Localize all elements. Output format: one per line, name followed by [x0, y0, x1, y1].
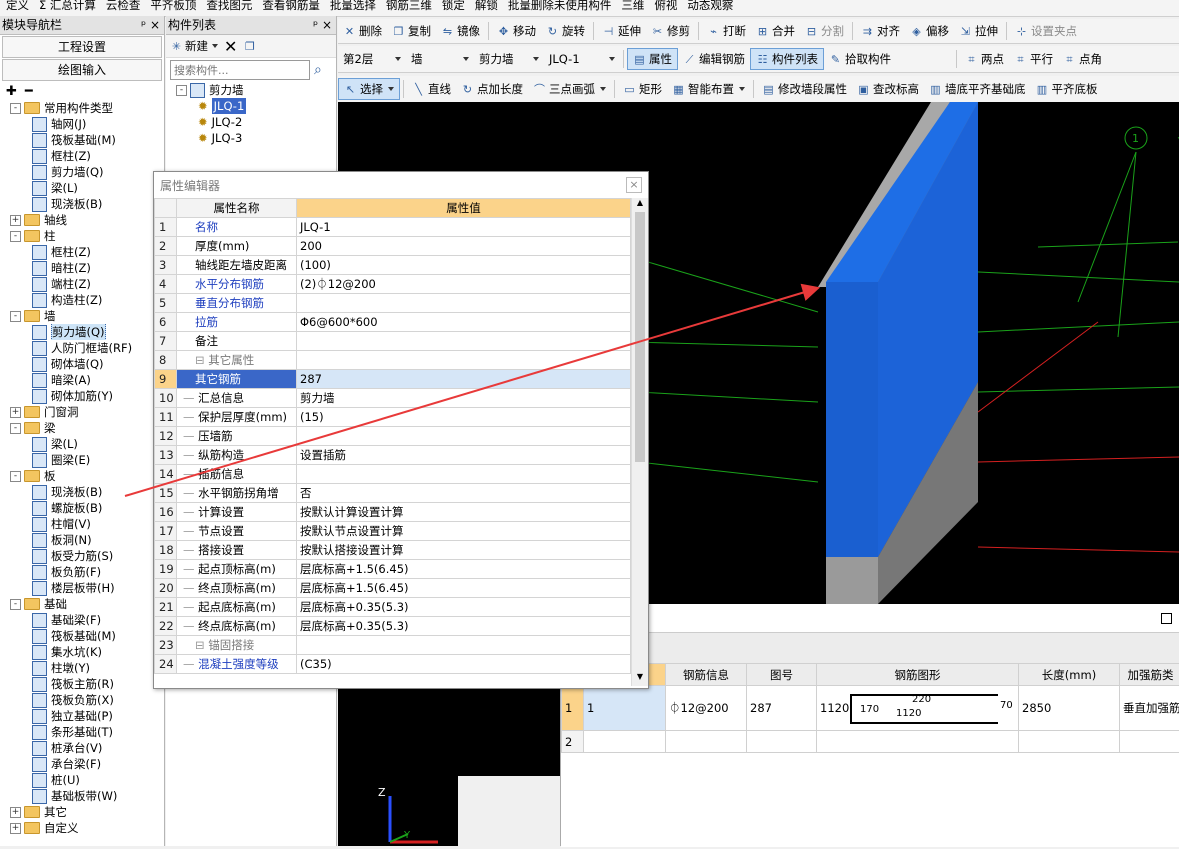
annotation-arrows: [0, 0, 1179, 846]
